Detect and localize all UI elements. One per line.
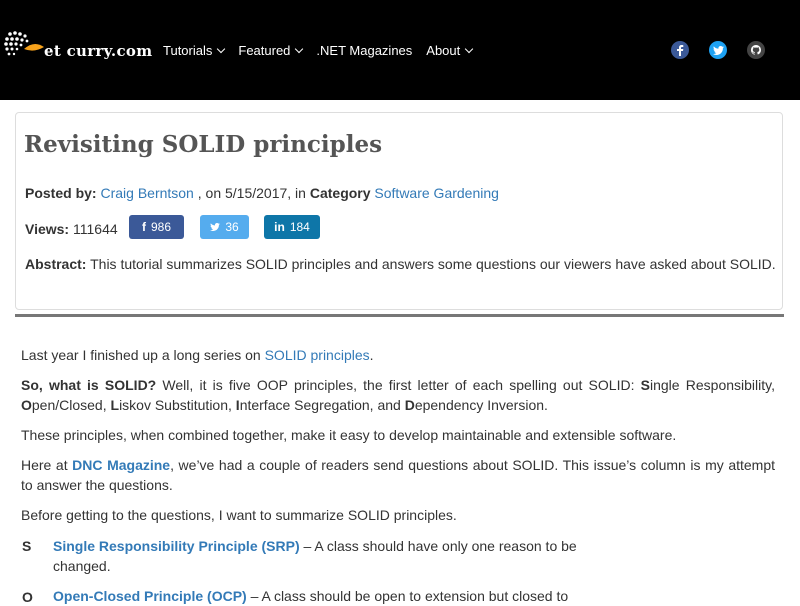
category-link[interactable]: Software Gardening — [374, 185, 499, 201]
nav-tutorials[interactable]: Tutorials — [163, 43, 226, 58]
chevron-down-icon — [465, 44, 474, 53]
list-item: Single Responsibility Principle (SRP) – … — [53, 538, 577, 574]
twitter-share-button[interactable]: 36 — [200, 215, 249, 239]
views-label: Views: — [25, 221, 70, 237]
body-paragraph: Here at DNC Magazine, we’ve had a couple… — [21, 457, 776, 493]
github-icon[interactable] — [747, 41, 765, 59]
linkedin-share-count: 184 — [289, 220, 310, 234]
nav-about[interactable]: About — [426, 43, 474, 58]
facebook-icon[interactable] — [671, 41, 689, 59]
logo-text[interactable]: et curry.com — [44, 42, 152, 60]
facebook-share-button[interactable]: f 986 — [129, 215, 184, 239]
main-nav: Tutorials Featured .NET Magazines About — [163, 43, 486, 58]
linkedin-icon: in — [274, 220, 285, 234]
article-title: Revisiting SOLID principles — [24, 131, 383, 158]
abstract-label: Abstract: — [25, 256, 87, 272]
body-paragraph: Before getting to the questions, I want … — [21, 507, 457, 523]
chevron-down-icon — [217, 44, 226, 53]
nav-featured[interactable]: Featured — [238, 43, 304, 58]
srp-link[interactable]: Single Responsibility Principle (SRP) — [53, 538, 300, 554]
facebook-icon: f — [141, 220, 146, 234]
nav-net-magazines[interactable]: .NET Magazines — [316, 43, 412, 58]
bullet-letter: O — [22, 589, 33, 605]
views-value: 111644 — [73, 221, 118, 237]
author-link[interactable]: Craig Berntson — [100, 185, 193, 201]
twitter-icon[interactable] — [709, 41, 727, 59]
twitter-icon — [210, 223, 221, 231]
site-header: et curry.com Tutorials Featured .NET Mag… — [0, 0, 800, 100]
date-text: , on 5/15/2017, in — [197, 185, 306, 201]
abstract-text: This tutorial summarizes SOLID principle… — [90, 256, 776, 272]
article-header-card: Revisiting SOLID principles Posted by: C… — [15, 112, 783, 310]
article-meta: Posted by: Craig Berntson , on 5/15/2017… — [25, 185, 499, 201]
body-paragraph: So, what is SOLID? Well, it is five OOP … — [21, 377, 775, 413]
posted-by-label: Posted by: — [25, 185, 97, 201]
dnc-magazine-link[interactable]: DNC Magazine — [72, 457, 170, 473]
section-divider — [15, 314, 784, 317]
solid-principles-link[interactable]: SOLID principles — [265, 347, 370, 363]
ocp-link[interactable]: Open-Closed Principle (OCP) — [53, 588, 247, 604]
facebook-share-count: 986 — [150, 220, 172, 234]
chevron-down-icon — [295, 44, 304, 53]
bullet-letter: S — [22, 538, 32, 554]
list-item: Open-Closed Principle (OCP) – A class sh… — [53, 588, 569, 604]
body-paragraph: Last year I finished up a long series on… — [21, 347, 374, 363]
body-paragraph: These principles, when combined together… — [21, 427, 677, 443]
article-abstract: Abstract: This tutorial summarizes SOLID… — [25, 256, 776, 272]
category-label: Category — [309, 185, 371, 201]
twitter-share-count: 36 — [225, 220, 239, 234]
linkedin-share-button[interactable]: in 184 — [264, 215, 320, 239]
views-count: Views: 111644 — [25, 221, 118, 237]
